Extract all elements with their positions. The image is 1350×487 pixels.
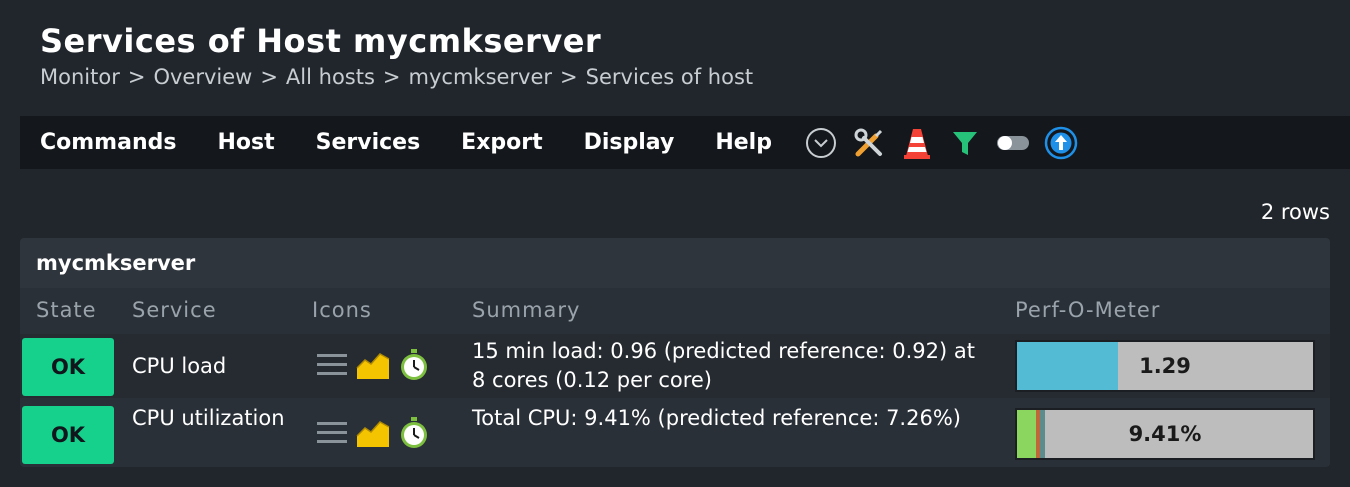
menu-commands[interactable]: Commands [40, 130, 176, 155]
host-group-header[interactable]: mycmkserver [20, 238, 1330, 288]
breadcrumb-separator: > [260, 65, 278, 89]
menu-display[interactable]: Display [584, 130, 675, 155]
column-header-summary[interactable]: Summary [472, 298, 580, 322]
graph-icon[interactable] [356, 348, 390, 382]
filter-icon[interactable] [947, 125, 983, 161]
menu-export[interactable]: Export [461, 130, 542, 155]
breadcrumb-overview[interactable]: Overview [153, 65, 252, 89]
service-icons [315, 348, 438, 382]
breadcrumb-all-hosts[interactable]: All hosts [286, 65, 375, 89]
state-badge[interactable]: OK [22, 338, 114, 396]
menu-help[interactable]: Help [715, 130, 772, 155]
perf-o-meter[interactable]: 9.41% [1015, 408, 1315, 460]
state-badge[interactable]: OK [22, 406, 114, 464]
toggle-icon[interactable] [995, 125, 1031, 161]
breadcrumb-services-of-host[interactable]: Services of host [586, 65, 753, 89]
service-icons [315, 416, 438, 450]
service-name[interactable]: CPU utilization [132, 404, 302, 433]
column-header-service[interactable]: Service [132, 298, 217, 322]
graph-icon[interactable] [356, 416, 390, 450]
breadcrumb-separator: > [560, 65, 578, 89]
perf-label: 9.41% [1128, 422, 1202, 446]
stopwatch-icon[interactable] [397, 348, 431, 382]
menu-lines-icon[interactable] [315, 416, 349, 450]
column-header-perf-o-meter: Perf-O-Meter [1015, 298, 1161, 322]
menu-bar: Commands Host Services Export Display He… [20, 116, 1350, 169]
toolbar-icons [803, 125, 1091, 161]
column-header-icons: Icons [312, 298, 372, 322]
perf-o-meter[interactable]: 1.29 [1015, 340, 1315, 392]
column-header-state[interactable]: State [36, 298, 97, 322]
page-title: Services of Host mycmkserver [40, 22, 602, 60]
menu-services[interactable]: Services [316, 130, 421, 155]
row-count: 2 rows [1260, 200, 1330, 224]
table-row: OK CPU utilization Total CPU: 9.41% (pre… [20, 402, 1330, 466]
breadcrumb-separator: > [127, 65, 146, 89]
breadcrumb-monitor[interactable]: Monitor [40, 65, 120, 89]
service-summary: 15 min load: 0.96 (predicted reference: … [472, 339, 975, 392]
service-summary: Total CPU: 9.41% (predicted reference: 7… [472, 406, 961, 430]
upload-arrow-icon[interactable] [1043, 125, 1079, 161]
breadcrumb: Monitor > Overview > All hosts > mycmkse… [40, 65, 753, 89]
menu-host[interactable]: Host [217, 130, 274, 155]
menu-lines-icon[interactable] [315, 348, 349, 382]
service-name[interactable]: CPU load [132, 352, 302, 381]
column-headers: State Service Icons Summary Perf-O-Meter [20, 288, 1330, 334]
stopwatch-icon[interactable] [397, 416, 431, 450]
traffic-cone-icon[interactable] [899, 125, 935, 161]
services-table: mycmkserver State Service Icons Summary … [20, 238, 1330, 467]
breadcrumb-separator: > [382, 65, 401, 89]
breadcrumb-host[interactable]: mycmkserver [409, 65, 553, 89]
perf-label: 1.29 [1139, 354, 1191, 378]
chevron-down-circle-icon[interactable] [803, 125, 839, 161]
table-row: OK CPU load 15 min load: 0.96 (predicted… [20, 334, 1330, 398]
wrench-screwdriver-icon[interactable] [851, 125, 887, 161]
